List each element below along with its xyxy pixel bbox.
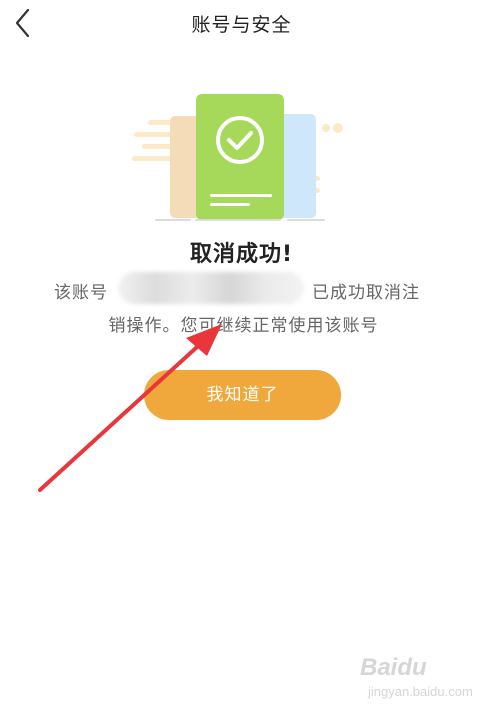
- got-it-button[interactable]: 我知道了: [144, 370, 341, 420]
- desc-suffix: 已成功取消注: [312, 283, 420, 303]
- desc-prefix: 该账号: [54, 283, 108, 303]
- watermark-sub: jingyan.baidu.com: [368, 684, 473, 699]
- result-description-line-2: 销操作。您可继续正常使用该账号: [108, 316, 379, 336]
- watermark-brand: Baidu: [360, 654, 427, 681]
- result-title: 取消成功!: [189, 242, 294, 267]
- baidu-watermark: Baidu jingyan.baidu.com: [360, 650, 480, 705]
- page-title: 账号与安全: [191, 14, 292, 36]
- main-card: [196, 94, 284, 220]
- account-security-page: 账号与安全 取消成功! 该账号 已成功取消注 销操作。您可继续正常使用该账号 我…: [0, 0, 483, 710]
- success-card-illustration: [132, 94, 343, 221]
- masked-account-number: [118, 272, 304, 304]
- nav-bar: 账号与安全: [0, 0, 483, 48]
